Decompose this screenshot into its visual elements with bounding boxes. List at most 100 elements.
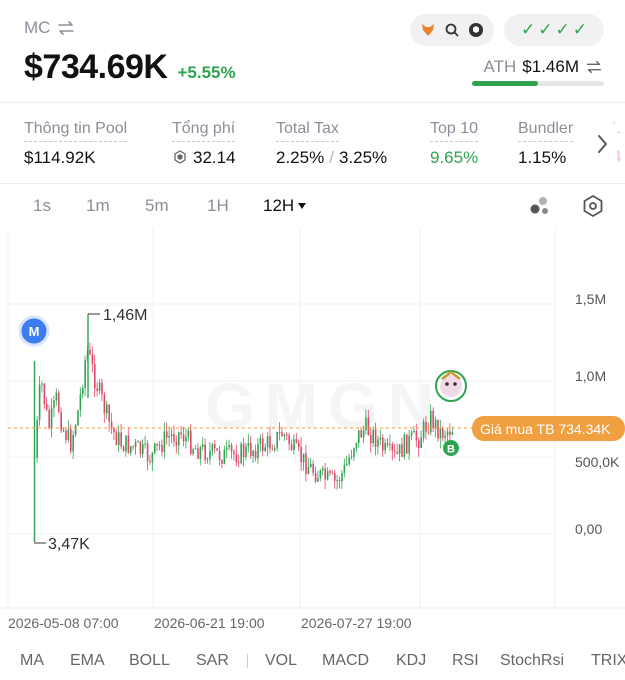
candle (96, 381, 98, 397)
candle-body (118, 432, 120, 446)
cube-icon (467, 21, 485, 39)
candle (132, 445, 134, 451)
candle-body (432, 410, 434, 429)
candle (175, 435, 178, 454)
candle (324, 462, 326, 490)
indicator-stochrsi[interactable]: StochRsi (500, 652, 564, 670)
indicator-trix[interactable]: TRIX (591, 652, 625, 670)
stat-top10[interactable]: Top 10 9.65% (430, 120, 478, 168)
candle (300, 437, 302, 471)
tab-12h[interactable]: 12H (263, 196, 307, 216)
stat-tax[interactable]: Total Tax 2.25% / 3.25% (276, 120, 387, 168)
candle-body (228, 444, 230, 448)
candle (134, 439, 137, 455)
candle-body (96, 388, 98, 391)
candle-body (187, 430, 190, 437)
x-tick-label: 2026-07-27 19:00 (301, 615, 412, 631)
candle (343, 458, 346, 478)
candle (53, 395, 55, 418)
indicator-ma[interactable]: MA (20, 652, 44, 670)
candle-body (403, 434, 406, 457)
settings-icon[interactable] (581, 194, 605, 218)
indicator-boll[interactable]: BOLL (129, 652, 170, 670)
chart-style-icon[interactable] (528, 194, 552, 218)
candle-body (259, 438, 262, 444)
candle (115, 429, 118, 446)
candle (406, 434, 408, 454)
y-tick-label: 1,0M (575, 368, 606, 384)
candle (108, 403, 110, 432)
candle-body (65, 430, 67, 441)
candle-body (269, 436, 271, 449)
candle-body (401, 444, 403, 457)
candle (329, 469, 331, 477)
security-icons-pill[interactable] (410, 14, 494, 46)
y-tick-label: 1,5M (575, 291, 606, 307)
candle (67, 419, 70, 443)
indicator-sar[interactable]: SAR (196, 652, 229, 670)
candle (55, 388, 58, 406)
tab-1s[interactable]: 1s (33, 196, 51, 216)
indicator-rsi[interactable]: RSI (452, 652, 479, 670)
candle-body (341, 472, 343, 482)
candle (168, 426, 170, 447)
candle (74, 424, 77, 438)
candle (110, 412, 113, 435)
stats-scroll-right[interactable] (587, 124, 617, 164)
mc-toggle[interactable]: MC (24, 18, 76, 38)
indicator-ema[interactable]: EMA (70, 652, 105, 670)
candle-body (286, 434, 288, 436)
candle-body (182, 434, 185, 442)
candle (240, 441, 242, 465)
tab-1m[interactable]: 1m (86, 196, 110, 216)
candle-body (55, 392, 58, 401)
candle-body (122, 446, 125, 452)
candle-body (422, 421, 425, 438)
candle (144, 435, 146, 449)
indicator-macd[interactable]: MACD (322, 652, 369, 670)
check-icon: ✓ (521, 20, 536, 39)
candle (156, 443, 158, 452)
price-chart[interactable]: GMGN 1,5M 1,0M 500,0K 0,00 2026-05-08 07:00 2… (0, 228, 625, 635)
candle-body (91, 354, 94, 364)
candle-body (206, 459, 209, 461)
candle (358, 430, 360, 448)
stat-fees[interactable]: Tổng phí 32.14 (172, 120, 236, 168)
candle (98, 379, 101, 395)
ath-toggle[interactable]: ATH $1.46M (484, 57, 603, 77)
candle-body (379, 437, 382, 440)
candle-body (173, 434, 175, 442)
candle-body (127, 435, 130, 453)
candle-body (233, 451, 235, 455)
indicator-vol[interactable]: VOL (265, 652, 297, 670)
candle-body (350, 456, 353, 458)
stat-pool[interactable]: Thông tin Pool $114.92K (24, 120, 128, 168)
candle-body (415, 430, 418, 441)
tab-1h[interactable]: 1H (207, 196, 229, 216)
caret-down-icon (298, 203, 307, 209)
candle-body (377, 439, 379, 447)
candlestick-chart[interactable]: GMGN 1,5M 1,0M 500,0K 0,00 2026-05-08 07:00 2… (0, 228, 625, 635)
tab-5m[interactable]: 5m (145, 196, 169, 216)
check-icon: ✓ (572, 20, 587, 39)
candle (125, 435, 127, 457)
candle-body (36, 420, 38, 458)
candle-body (70, 429, 72, 452)
candle-body (300, 446, 302, 463)
candle-body (384, 443, 386, 451)
audit-checks-pill[interactable]: ✓ ✓ ✓ ✓ (504, 14, 604, 46)
candle-body (50, 407, 53, 428)
candle-body (398, 444, 401, 454)
candle (403, 432, 406, 460)
candle (94, 354, 96, 397)
candle-body (142, 444, 144, 454)
stat-bundler[interactable]: Bundler 1.15% (518, 120, 574, 168)
candle-body (139, 441, 142, 454)
candle-body (319, 470, 322, 478)
candle-body (283, 434, 286, 437)
candle (355, 442, 358, 453)
indicator-kdj[interactable]: KDJ (396, 652, 426, 670)
candle (185, 428, 187, 449)
stat-value: 9.65% (430, 148, 479, 167)
candle (394, 443, 396, 459)
